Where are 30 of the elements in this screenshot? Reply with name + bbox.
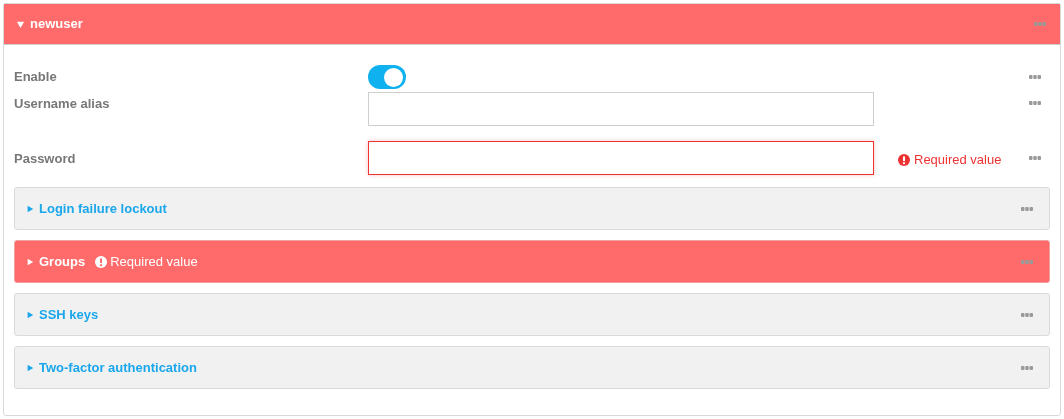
panel-title: newuser: [30, 15, 83, 34]
field-label: Username alias: [14, 95, 111, 113]
section-title: Login failure lockout: [39, 199, 167, 218]
field-label: Password: [14, 150, 77, 168]
section-title: Two-factor authentication: [39, 358, 197, 377]
more-icon[interactable]: [1021, 365, 1033, 370]
caret-right-icon: [26, 204, 34, 213]
section-title: Groups: [39, 252, 86, 271]
collapsible-section[interactable]: Two-factor authentication: [14, 346, 1050, 389]
collapsible-section[interactable]: Login failure lockout: [14, 187, 1050, 230]
more-icon[interactable]: [1029, 75, 1041, 79]
alert-icon: [898, 153, 910, 166]
collapsible-section[interactable]: Groups Required value: [14, 240, 1050, 283]
more-icon[interactable]: [1021, 206, 1033, 211]
more-icon[interactable]: [1029, 156, 1041, 160]
more-icon[interactable]: [1029, 101, 1041, 105]
alert-icon: [95, 255, 108, 268]
error-message: Required value: [110, 252, 198, 271]
panel-header[interactable]: newuser: [4, 4, 1060, 45]
field-label: Enable: [14, 68, 58, 87]
more-icon[interactable]: [1021, 312, 1033, 317]
caret-right-icon: [26, 310, 34, 319]
collapsible-section[interactable]: SSH keys: [14, 293, 1050, 336]
caret-down-icon: [16, 19, 25, 29]
input-field[interactable]: [368, 141, 874, 175]
caret-right-icon: [26, 363, 34, 372]
section-title: SSH keys: [39, 305, 99, 324]
caret-right-icon: [26, 257, 34, 266]
enable-toggle[interactable]: [368, 65, 406, 89]
error-message: Required value: [914, 151, 1002, 169]
